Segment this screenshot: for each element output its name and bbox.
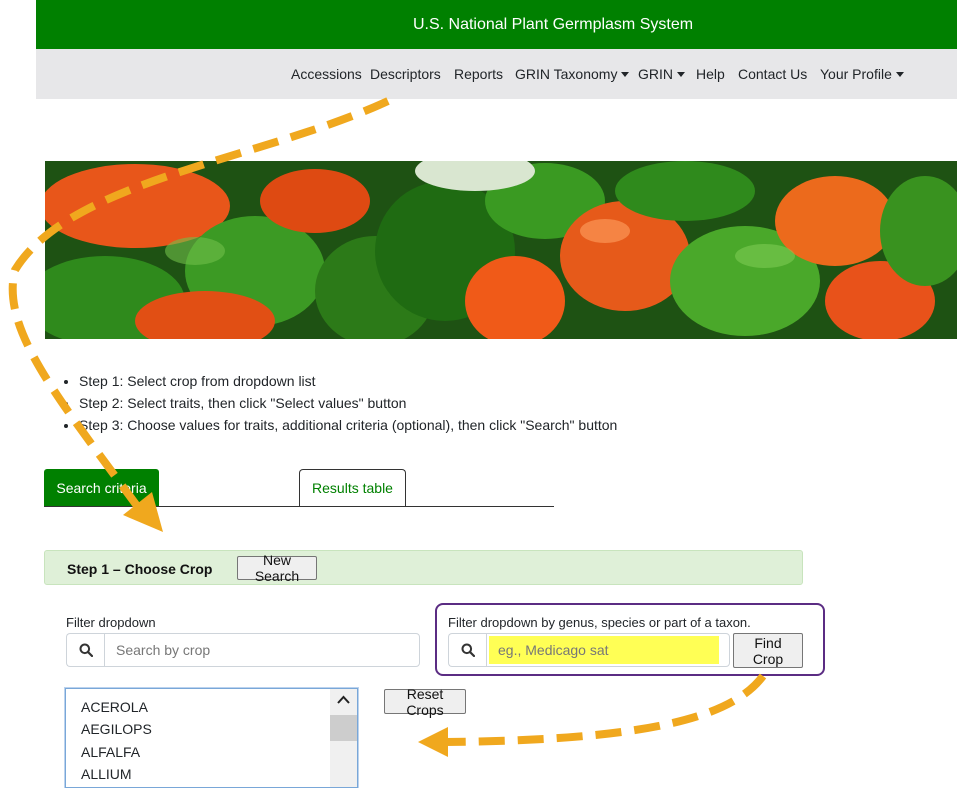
banner-image-peppers [45,161,957,339]
arrow-head-icon [418,727,448,757]
nav-reports[interactable]: Reports [454,66,503,82]
crop-listbox[interactable]: ACEROLA AEGILOPS ALFALFA ALLIUM [65,688,358,788]
annotation-arrow-2 [444,673,767,746]
search-icon [66,633,104,667]
main-navbar: Accessions Descriptors Reports GRIN Taxo… [36,49,957,99]
list-item[interactable]: ALLIUM [81,766,132,782]
list-item[interactable]: ACEROLA [81,699,148,715]
crop-search-input[interactable]: Search by crop [104,633,420,667]
nav-contact-us[interactable]: Contact Us [738,66,807,82]
chevron-down-icon [621,72,630,77]
list-item[interactable]: ALFALFA [81,744,140,760]
instruction-step-3: Step 3: Choose values for traits, additi… [79,414,617,436]
nav-help[interactable]: Help [696,66,725,82]
tab-results-table[interactable]: Results table [299,469,406,506]
taxon-search-input[interactable]: eg., Medicago sat [486,633,730,667]
nav-grin-taxonomy[interactable]: GRIN Taxonomy [515,66,630,82]
chevron-down-icon [677,72,685,77]
list-item[interactable]: AEGILOPS [81,721,152,737]
chevron-down-icon [895,72,904,77]
step1-header: Step 1 – Choose Crop New Search [44,550,803,585]
instruction-step-1: Step 1: Select crop from dropdown list [79,370,617,392]
instruction-step-2: Step 2: Select traits, then click "Selec… [79,392,617,414]
crop-search-group: Search by crop [66,633,420,667]
chevron-up-icon[interactable] [330,689,357,711]
tab-divider [44,506,554,507]
search-icon [448,633,486,667]
new-search-button[interactable]: New Search [237,552,317,584]
nav-your-profile[interactable]: Your Profile [820,66,904,82]
nav-descriptors[interactable]: Descriptors [370,66,441,82]
site-header: U.S. National Plant Germplasm System [36,0,957,49]
tab-search-criteria[interactable]: Search criteria [44,469,159,507]
scroll-thumb[interactable] [330,715,357,741]
reset-crops-button[interactable]: Reset Crops [384,686,466,718]
taxon-filter-label: Filter dropdown by genus, species or par… [448,615,751,630]
find-crop-button[interactable]: Find Crop [733,633,803,668]
site-title: U.S. National Plant Germplasm System [412,15,694,33]
nav-accessions[interactable]: Accessions [291,66,362,82]
filter-dropdown-label: Filter dropdown [66,615,156,630]
listbox-scrollbar[interactable] [330,689,357,787]
instruction-list: Step 1: Select crop from dropdown list S… [63,370,617,436]
step1-title: Step 1 – Choose Crop [67,561,213,577]
taxon-search-group: eg., Medicago sat [448,633,730,667]
nav-grin[interactable]: GRIN [638,66,685,82]
